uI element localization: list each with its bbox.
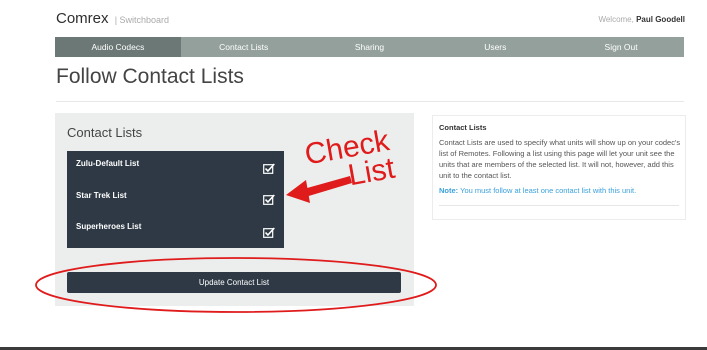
info-title: Contact Lists [439,123,487,132]
checkbox-checked-icon[interactable] [263,227,275,238]
panel-title: Contact Lists [67,125,143,140]
page-title: Follow Contact Lists [56,65,244,88]
checkbox-checked-icon[interactable] [263,163,275,174]
note-text: You must follow at least one contact lis… [460,186,637,195]
tab-sharing[interactable]: Sharing [307,37,433,57]
tab-label: Sign Out [604,42,638,52]
welcome-prefix: Welcome, [598,15,634,24]
note-label: Note: [439,186,459,195]
tab-label: Users [484,42,507,52]
tab-sign-out[interactable]: Sign Out [558,37,684,57]
brand-subtitle: | Switchboard [114,15,170,25]
contact-lists-panel: Contact Lists Zulu-Default List Star Tre… [55,113,414,306]
info-body: Contact Lists are used to specify what u… [439,138,681,180]
tab-audio-codecs[interactable]: Audio Codecs [55,37,181,57]
info-note: Note: You must follow at least one conta… [439,186,681,195]
title-divider [56,101,684,102]
tab-contact-lists[interactable]: Contact Lists [181,37,307,57]
list-item-star-trek: Star Trek List [76,191,127,200]
brand-name: Comrex [56,10,109,27]
update-contact-list-button[interactable]: Update Contact List [67,272,401,293]
contact-list-box: Zulu-Default List Star Trek List Superhe… [67,151,284,248]
tab-label: Sharing [354,42,385,52]
checkbox-checked-icon[interactable] [263,194,275,205]
info-divider [439,205,679,206]
tab-label: Audio Codecs [91,42,145,52]
user-name[interactable]: Paul Goodell [636,15,685,24]
info-box: Contact Lists Contact Lists are used to … [432,115,686,220]
brand-logo[interactable]: Comrex | Switchboard [56,10,169,27]
tab-label: Contact Lists [219,42,269,52]
list-item-zulu-default: Zulu-Default List [76,159,140,168]
tab-users[interactable]: Users [432,37,558,57]
main-nav: Audio Codecs Contact Lists Sharing Users… [55,37,684,57]
welcome-message: Welcome, Paul Goodell [598,15,685,24]
list-item-superheroes: Superheroes List [76,222,142,231]
